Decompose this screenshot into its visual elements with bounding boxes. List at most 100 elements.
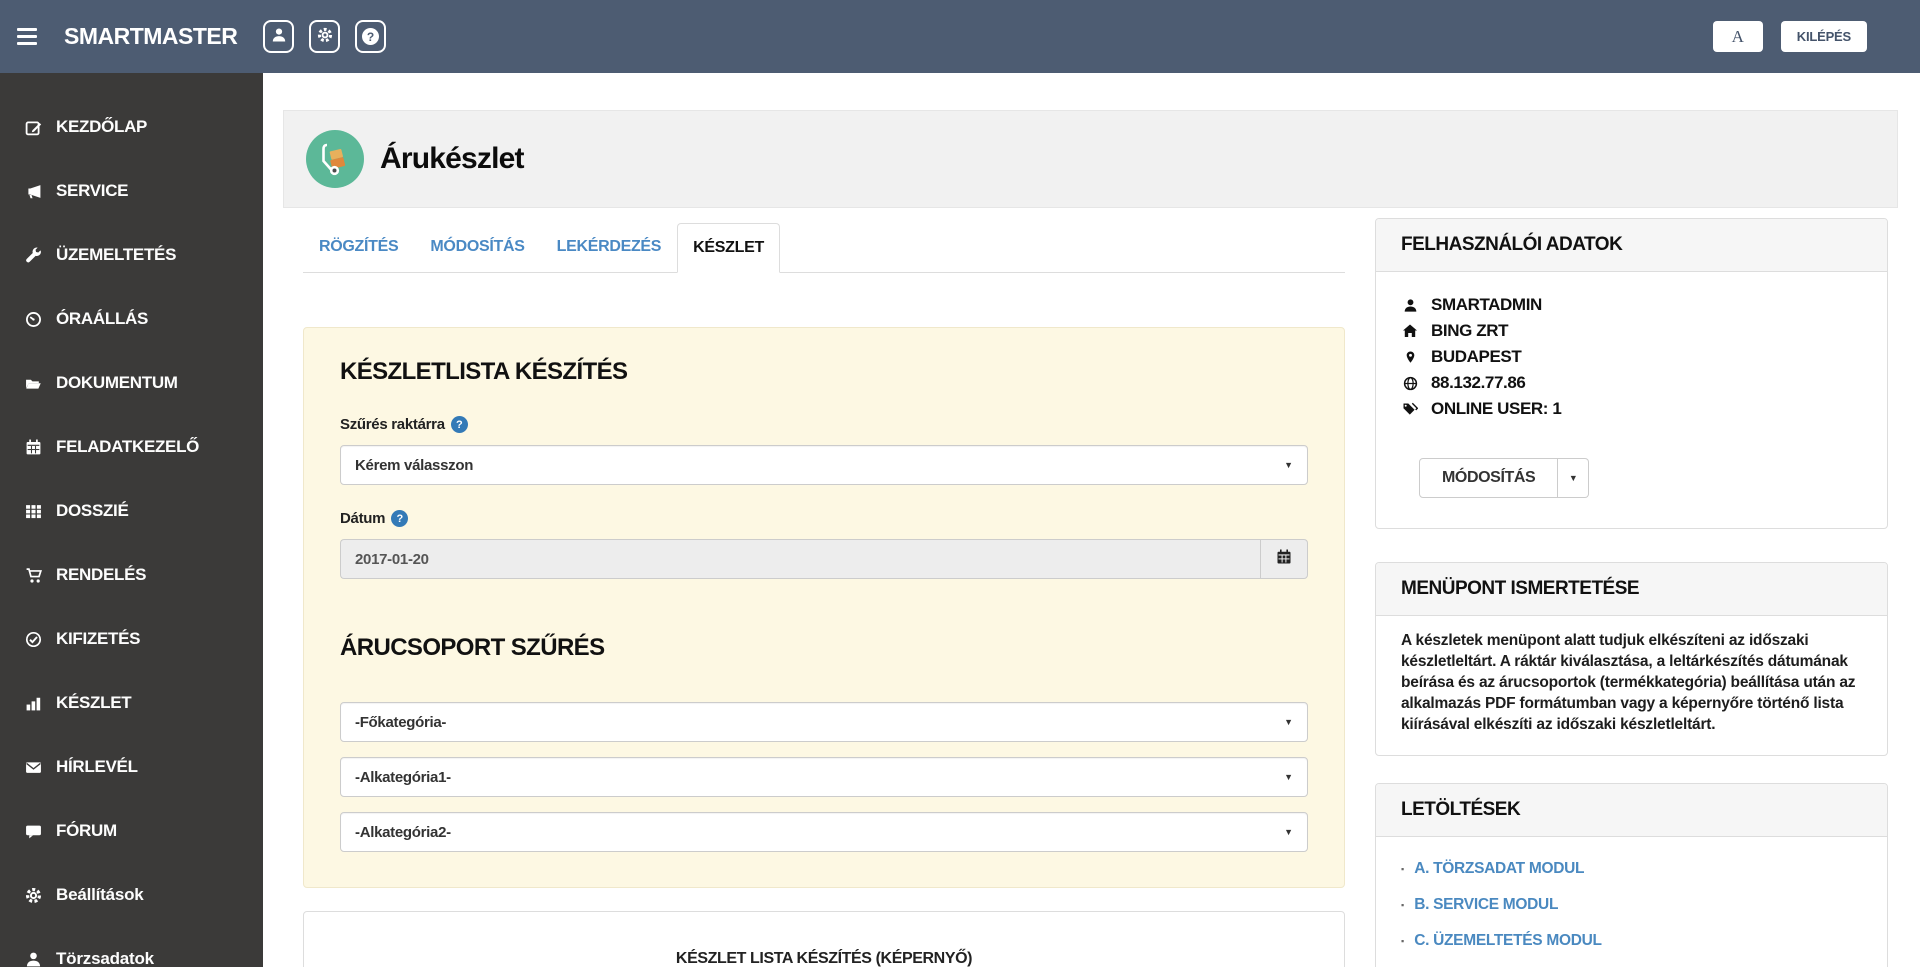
downloads-panel: LETÖLTÉSEK ▪ A. TÖRZSADAT MODUL ▪ B. SER… — [1375, 783, 1888, 967]
sidebar-item-torzsadatok[interactable]: Törzsadatok — [0, 927, 263, 967]
menu-info-panel-header: MENÜPONT ISMERTETÉSE — [1376, 563, 1887, 616]
date-input[interactable]: 2017-01-20 — [340, 539, 1260, 579]
sub-category1-select[interactable]: -Alkategória1- ▼ — [340, 757, 1308, 797]
wrench-icon — [25, 247, 47, 264]
user-data-panel: FELHASZNÁLÓI ADATOK SMARTADMIN BING ZRT — [1375, 218, 1888, 529]
date-label: Dátum ? — [340, 510, 1308, 527]
app: SMARTMASTER ? A KILÉPÉS KEZDŐL — [0, 0, 1920, 967]
chevron-down-icon: ▼ — [1284, 827, 1293, 837]
warehouse-select[interactable]: Kérem válasszon ▼ — [340, 445, 1308, 485]
user-row-username: SMARTADMIN — [1401, 292, 1862, 318]
page-title: Árukészlet — [380, 142, 524, 176]
question-circle-icon[interactable]: ? — [391, 510, 408, 527]
sidebar-item-keszlet[interactable]: KÉSZLET — [0, 671, 263, 735]
menu-info-text: A készletek menüpont alatt tudjuk elkész… — [1376, 616, 1887, 755]
sidebar-item-kifizetes[interactable]: KIFIZETÉS — [0, 607, 263, 671]
sidebar: KEZDŐLAP SERVICE ÜZEMELTETÉS ÓRAÁLLÁS DO… — [0, 73, 263, 967]
bar-chart-icon — [25, 695, 47, 712]
tab-modositas[interactable]: MÓDOSÍTÁS — [414, 222, 540, 272]
create-stocklist-screen-button[interactable]: KÉSZLET LISTA KÉSZÍTÉS (KÉPERNYŐ) — [303, 911, 1345, 967]
right-column: FELHASZNÁLÓI ADATOK SMARTADMIN BING ZRT — [1375, 218, 1888, 967]
navbar-right: A KILÉPÉS — [1713, 0, 1867, 73]
downloads-panel-body: ▪ A. TÖRZSADAT MODUL ▪ B. SERVICE MODUL … — [1376, 837, 1887, 967]
sub-category2-select[interactable]: -Alkategória2- ▼ — [340, 812, 1308, 852]
user-row-city: BUDAPEST — [1401, 344, 1862, 370]
sidebar-item-dokumentum[interactable]: DOKUMENTUM — [0, 351, 263, 415]
user-row-online: ONLINE USER: 1 — [1401, 396, 1862, 422]
tab-lekerdezes[interactable]: LEKÉRDEZÉS — [541, 222, 678, 272]
tags-icon — [1401, 401, 1419, 417]
sidebar-item-dosszie[interactable]: DOSSZIÉ — [0, 479, 263, 543]
download-item-service: ▪ B. SERVICE MODUL — [1401, 887, 1862, 923]
page-header: Árukészlet — [283, 110, 1898, 208]
calendar-icon — [25, 439, 47, 456]
main-category-select[interactable]: -Főkategória- ▼ — [340, 702, 1308, 742]
user-row-company: BING ZRT — [1401, 318, 1862, 344]
modify-dropdown-toggle[interactable]: ▼ — [1558, 458, 1589, 498]
folder-open-icon — [25, 375, 47, 392]
gear-icon — [25, 887, 47, 904]
home-icon — [1401, 323, 1419, 339]
bullet-icon: ▪ — [1401, 936, 1404, 946]
sidebar-item-service[interactable]: SERVICE — [0, 159, 263, 223]
sidebar-item-rendeles[interactable]: RENDELÉS — [0, 543, 263, 607]
stocklist-form-panel: KÉSZLETLISTA KÉSZÍTÉS Szűrés raktárra ? … — [303, 327, 1345, 888]
bullet-icon: ▪ — [1401, 864, 1404, 874]
section-title-stocklist: KÉSZLETLISTA KÉSZÍTÉS — [340, 358, 1308, 386]
section-title-category-filter: ÁRUCSOPORT SZŰRÉS — [340, 634, 1308, 662]
sidebar-item-beallitasok[interactable]: Beállítások — [0, 863, 263, 927]
user-icon — [25, 951, 47, 967]
left-column: RÖGZÍTÉS MÓDOSÍTÁS LEKÉRDEZÉS KÉSZLET KÉ… — [303, 218, 1345, 967]
calendar-addon-button[interactable] — [1260, 539, 1308, 579]
sidebar-item-oraallas[interactable]: ÓRAÁLLÁS — [0, 287, 263, 351]
bullhorn-icon — [25, 183, 47, 200]
settings-button[interactable] — [309, 20, 340, 53]
question-circle-icon: ? — [362, 28, 379, 45]
check-circle-icon — [25, 631, 47, 648]
content-row: RÖGZÍTÉS MÓDOSÍTÁS LEKÉRDEZÉS KÉSZLET KÉ… — [303, 218, 1888, 967]
modify-split-button: MÓDOSÍTÁS ▼ — [1419, 458, 1589, 498]
main-content: Árukészlet RÖGZÍTÉS MÓDOSÍTÁS LEKÉRDEZÉS… — [263, 73, 1920, 967]
tab-rogzites[interactable]: RÖGZÍTÉS — [303, 222, 414, 272]
logout-button[interactable]: KILÉPÉS — [1781, 21, 1867, 52]
warehouse-filter-label: Szűrés raktárra ? — [340, 416, 1308, 433]
menu-info-panel: MENÜPONT ISMERTETÉSE A készletek menüpon… — [1375, 562, 1888, 756]
cart-icon — [25, 567, 47, 584]
map-marker-icon — [1401, 349, 1419, 365]
sidebar-item-feladatkezelo[interactable]: FELADATKEZELŐ — [0, 415, 263, 479]
sidebar-item-forum[interactable]: FÓRUM — [0, 799, 263, 863]
edit-icon — [25, 119, 47, 136]
menu-icon[interactable] — [8, 15, 52, 59]
user-icon — [1401, 298, 1419, 313]
gear-icon — [317, 27, 333, 46]
brand-title: SMARTMASTER — [64, 23, 237, 50]
gauge-icon — [25, 311, 47, 328]
help-button[interactable]: ? — [355, 20, 386, 53]
question-circle-icon[interactable]: ? — [451, 416, 468, 433]
top-navbar: SMARTMASTER ? A KILÉPÉS — [0, 0, 1920, 73]
chevron-down-icon: ▼ — [1284, 717, 1293, 727]
download-item-torzsadat: ▪ A. TÖRZSADAT MODUL — [1401, 851, 1862, 887]
globe-icon — [1401, 376, 1419, 391]
font-size-button[interactable]: A — [1713, 21, 1763, 52]
calendar-icon — [1276, 549, 1292, 570]
chevron-down-icon: ▼ — [1569, 473, 1578, 483]
modify-button[interactable]: MÓDOSÍTÁS — [1419, 458, 1558, 498]
sidebar-item-uzemeltetes[interactable]: ÜZEMELTETÉS — [0, 223, 263, 287]
envelope-icon — [25, 759, 47, 776]
comment-icon — [25, 823, 47, 840]
grid-icon — [25, 503, 47, 520]
tab-keszlet[interactable]: KÉSZLET — [677, 223, 780, 273]
sidebar-item-kezdolap[interactable]: KEZDŐLAP — [0, 95, 263, 159]
download-link-uzemeltetes[interactable]: C. ÜZEMELTETÉS MODUL — [1414, 932, 1601, 950]
handtruck-icon — [306, 130, 364, 188]
profile-button[interactable] — [263, 20, 294, 53]
download-link-torzsadat[interactable]: A. TÖRZSADAT MODUL — [1414, 860, 1584, 878]
chevron-down-icon: ▼ — [1284, 460, 1293, 470]
date-field-group: 2017-01-20 — [340, 539, 1308, 579]
user-data-panel-body: SMARTADMIN BING ZRT BUDAPEST 88.132 — [1376, 272, 1887, 528]
bullet-icon: ▪ — [1401, 900, 1404, 910]
user-row-ip: 88.132.77.86 — [1401, 370, 1862, 396]
sidebar-item-hirlevel[interactable]: HÍRLEVÉL — [0, 735, 263, 799]
download-link-service[interactable]: B. SERVICE MODUL — [1414, 896, 1558, 914]
